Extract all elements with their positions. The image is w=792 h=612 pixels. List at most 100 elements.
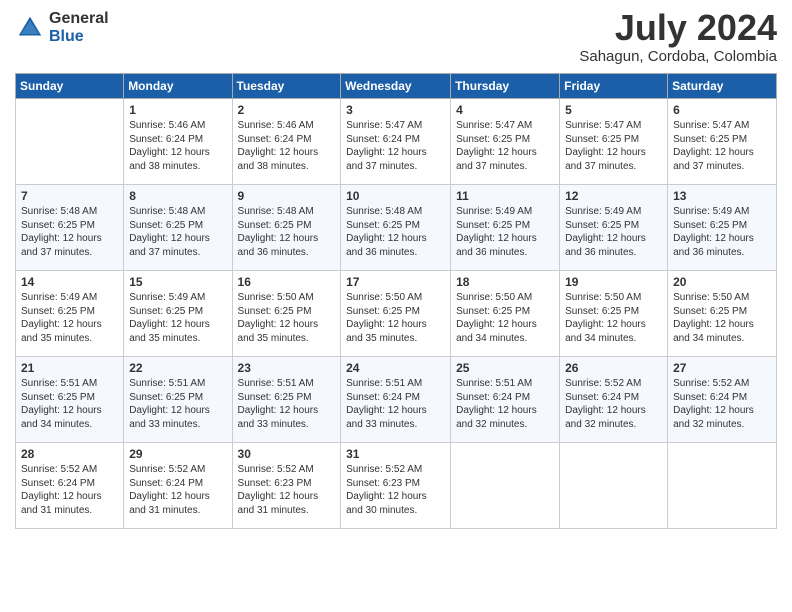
day-number: 2 [238,103,336,117]
day-info: Sunrise: 5:50 AM Sunset: 6:25 PM Dayligh… [346,291,445,345]
day-cell: 8Sunrise: 5:48 AM Sunset: 6:25 PM Daylig… [124,185,232,271]
day-info: Sunrise: 5:52 AM Sunset: 6:24 PM Dayligh… [673,377,771,431]
day-info: Sunrise: 5:51 AM Sunset: 6:25 PM Dayligh… [21,377,118,431]
day-info: Sunrise: 5:51 AM Sunset: 6:25 PM Dayligh… [129,377,226,431]
day-number: 1 [129,103,226,117]
day-cell: 28 Sunrise: 5:52 AM Sunset: 6:24 PM Dayli… [16,443,124,529]
location: Sahagun, Cordoba, Colombia [579,48,777,65]
day-number: 7 [21,189,118,203]
day-cell: 26 Sunrise: 5:52 AM Sunset: 6:24 PM Dayli… [560,357,668,443]
day-cell: 12 Sunrise: 5:49 AM Sunset: 6:25 PM Dayli… [560,185,668,271]
day-number: 23 [238,361,336,375]
day-info: Sunrise: 5:48 AM Sunset: 6:25 PM Dayligh… [21,205,118,259]
col-header-monday: Monday [124,74,232,99]
day-info: Sunrise: 5:52 AM Sunset: 6:24 PM Dayligh… [129,463,226,517]
day-cell [668,443,777,529]
day-cell: 18Sunrise: 5:50 AM Sunset: 6:25 PM Dayli… [451,271,560,357]
day-number: 22 [129,361,226,375]
day-number: 10 [346,189,445,203]
day-cell: 17 Sunrise: 5:50 AM Sunset: 6:25 PM Dayli… [341,271,451,357]
page: General Blue July 2024 Sahagun, Cordoba,… [0,0,792,612]
day-info: Sunrise: 5:49 AM Sunset: 6:25 PM Dayligh… [129,291,226,345]
week-row-5: 28 Sunrise: 5:52 AM Sunset: 6:24 PM Dayli… [16,443,777,529]
day-number: 29 [129,447,226,461]
day-number: 3 [346,103,445,117]
logo: General Blue [15,10,109,45]
day-cell: 25Sunrise: 5:51 AM Sunset: 6:24 PM Dayli… [451,357,560,443]
day-info: Sunrise: 5:52 AM Sunset: 6:24 PM Dayligh… [21,463,118,517]
day-number: 30 [238,447,336,461]
day-number: 25 [456,361,554,375]
day-cell: 1 Sunrise: 5:46 AM Sunset: 6:24 PM Daylig… [124,99,232,185]
month-year: July 2024 [579,10,777,46]
week-row-3: 14 Sunrise: 5:49 AM Sunset: 6:25 PM Dayli… [16,271,777,357]
day-info: Sunrise: 5:50 AM Sunset: 6:25 PM Dayligh… [238,291,336,345]
header: General Blue July 2024 Sahagun, Cordoba,… [15,10,777,65]
day-cell: 19 Sunrise: 5:50 AM Sunset: 6:25 PM Dayli… [560,271,668,357]
day-info: Sunrise: 5:48 AM Sunset: 6:25 PM Dayligh… [238,205,336,259]
day-cell: 2Sunrise: 5:46 AM Sunset: 6:24 PM Daylig… [232,99,341,185]
day-number: 5 [565,103,662,117]
day-cell: 10 Sunrise: 5:48 AM Sunset: 6:25 PM Dayli… [341,185,451,271]
day-info: Sunrise: 5:47 AM Sunset: 6:25 PM Dayligh… [565,119,662,173]
day-cell: 15 Sunrise: 5:49 AM Sunset: 6:25 PM Dayli… [124,271,232,357]
day-number: 9 [238,189,336,203]
col-header-friday: Friday [560,74,668,99]
day-cell: 23 Sunrise: 5:51 AM Sunset: 6:25 PM Dayli… [232,357,341,443]
day-info: Sunrise: 5:49 AM Sunset: 6:25 PM Dayligh… [673,205,771,259]
day-number: 4 [456,103,554,117]
day-info: Sunrise: 5:47 AM Sunset: 6:25 PM Dayligh… [673,119,771,173]
day-info: Sunrise: 5:48 AM Sunset: 6:25 PM Dayligh… [346,205,445,259]
day-number: 24 [346,361,445,375]
day-cell [451,443,560,529]
day-number: 21 [21,361,118,375]
day-number: 16 [238,275,336,289]
day-info: Sunrise: 5:47 AM Sunset: 6:24 PM Dayligh… [346,119,445,173]
day-number: 13 [673,189,771,203]
day-cell: 11Sunrise: 5:49 AM Sunset: 6:25 PM Dayli… [451,185,560,271]
day-number: 20 [673,275,771,289]
col-header-saturday: Saturday [668,74,777,99]
day-info: Sunrise: 5:49 AM Sunset: 6:25 PM Dayligh… [565,205,662,259]
day-number: 31 [346,447,445,461]
day-info: Sunrise: 5:48 AM Sunset: 6:25 PM Dayligh… [129,205,226,259]
logo-general: General [49,10,109,28]
day-number: 14 [21,275,118,289]
day-info: Sunrise: 5:46 AM Sunset: 6:24 PM Dayligh… [129,119,226,173]
day-cell: 20Sunrise: 5:50 AM Sunset: 6:25 PM Dayli… [668,271,777,357]
day-cell: 21 Sunrise: 5:51 AM Sunset: 6:25 PM Dayli… [16,357,124,443]
week-row-4: 21 Sunrise: 5:51 AM Sunset: 6:25 PM Dayli… [16,357,777,443]
day-cell: 13 Sunrise: 5:49 AM Sunset: 6:25 PM Dayli… [668,185,777,271]
day-info: Sunrise: 5:52 AM Sunset: 6:23 PM Dayligh… [238,463,336,517]
week-row-1: 1 Sunrise: 5:46 AM Sunset: 6:24 PM Daylig… [16,99,777,185]
col-header-sunday: Sunday [16,74,124,99]
day-info: Sunrise: 5:51 AM Sunset: 6:25 PM Dayligh… [238,377,336,431]
calendar-table: SundayMondayTuesdayWednesdayThursdayFrid… [15,73,777,529]
col-header-wednesday: Wednesday [341,74,451,99]
day-cell: 29 Sunrise: 5:52 AM Sunset: 6:24 PM Dayli… [124,443,232,529]
day-cell: 6Sunrise: 5:47 AM Sunset: 6:25 PM Daylig… [668,99,777,185]
day-cell: 3 Sunrise: 5:47 AM Sunset: 6:24 PM Daylig… [341,99,451,185]
day-number: 17 [346,275,445,289]
day-number: 28 [21,447,118,461]
day-number: 19 [565,275,662,289]
day-cell: 22 Sunrise: 5:51 AM Sunset: 6:25 PM Dayli… [124,357,232,443]
day-cell: 31 Sunrise: 5:52 AM Sunset: 6:23 PM Dayli… [341,443,451,529]
day-number: 26 [565,361,662,375]
day-cell: 30 Sunrise: 5:52 AM Sunset: 6:23 PM Dayli… [232,443,341,529]
day-number: 15 [129,275,226,289]
logo-blue: Blue [49,28,109,46]
day-cell: 4 Sunrise: 5:47 AM Sunset: 6:25 PM Daylig… [451,99,560,185]
day-info: Sunrise: 5:50 AM Sunset: 6:25 PM Dayligh… [565,291,662,345]
day-cell: 5 Sunrise: 5:47 AM Sunset: 6:25 PM Daylig… [560,99,668,185]
day-number: 27 [673,361,771,375]
day-info: Sunrise: 5:52 AM Sunset: 6:24 PM Dayligh… [565,377,662,431]
day-info: Sunrise: 5:50 AM Sunset: 6:25 PM Dayligh… [456,291,554,345]
header-row: SundayMondayTuesdayWednesdayThursdayFrid… [16,74,777,99]
day-number: 12 [565,189,662,203]
day-info: Sunrise: 5:52 AM Sunset: 6:23 PM Dayligh… [346,463,445,517]
day-cell: 7 Sunrise: 5:48 AM Sunset: 6:25 PM Daylig… [16,185,124,271]
day-number: 11 [456,189,554,203]
week-row-2: 7 Sunrise: 5:48 AM Sunset: 6:25 PM Daylig… [16,185,777,271]
day-info: Sunrise: 5:47 AM Sunset: 6:25 PM Dayligh… [456,119,554,173]
